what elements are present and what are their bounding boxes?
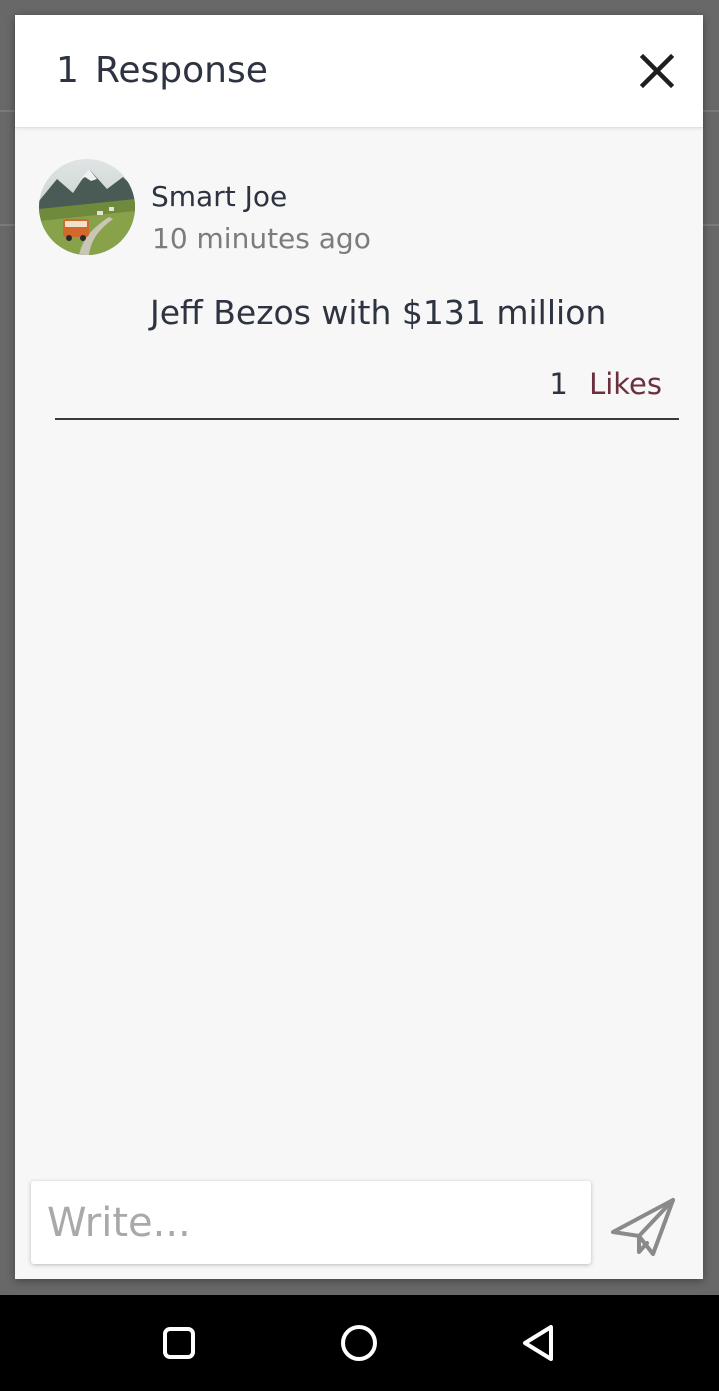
back-button[interactable]	[515, 1319, 563, 1367]
responses-dialog: 1 Response Smart Joe 10 minutes ago Jeff…	[15, 15, 703, 1279]
send-button[interactable]	[609, 1196, 679, 1258]
avatar[interactable]	[39, 159, 135, 255]
comment-text: Jeff Bezos with $131 million	[150, 293, 607, 332]
likes-button[interactable]: Likes	[589, 367, 662, 401]
close-icon	[639, 53, 675, 89]
composer	[15, 1162, 703, 1279]
background-divider	[703, 224, 719, 226]
likes-row: 1 Likes	[549, 365, 662, 403]
background-divider	[0, 110, 15, 112]
dialog-title: Response	[95, 50, 268, 91]
send-paper-plane-icon	[611, 1198, 675, 1256]
avatar-landscape-van-icon	[39, 159, 135, 255]
circle-home-icon	[341, 1325, 377, 1361]
background-divider	[0, 224, 15, 226]
comment-divider	[55, 418, 679, 420]
write-input[interactable]	[31, 1181, 591, 1264]
recents-button[interactable]	[155, 1319, 203, 1367]
square-recents-icon	[163, 1327, 195, 1359]
dialog-header: 1 Response	[15, 15, 703, 128]
comment-timestamp: 10 minutes ago	[152, 222, 371, 255]
system-navigation-bar	[0, 1295, 719, 1391]
response-count: 1	[56, 50, 79, 91]
home-button[interactable]	[335, 1319, 383, 1367]
close-button[interactable]	[631, 45, 683, 97]
triangle-back-icon	[523, 1325, 553, 1361]
likes-count: 1	[549, 367, 568, 401]
author-name[interactable]: Smart Joe	[151, 179, 287, 215]
background-divider	[703, 110, 719, 112]
